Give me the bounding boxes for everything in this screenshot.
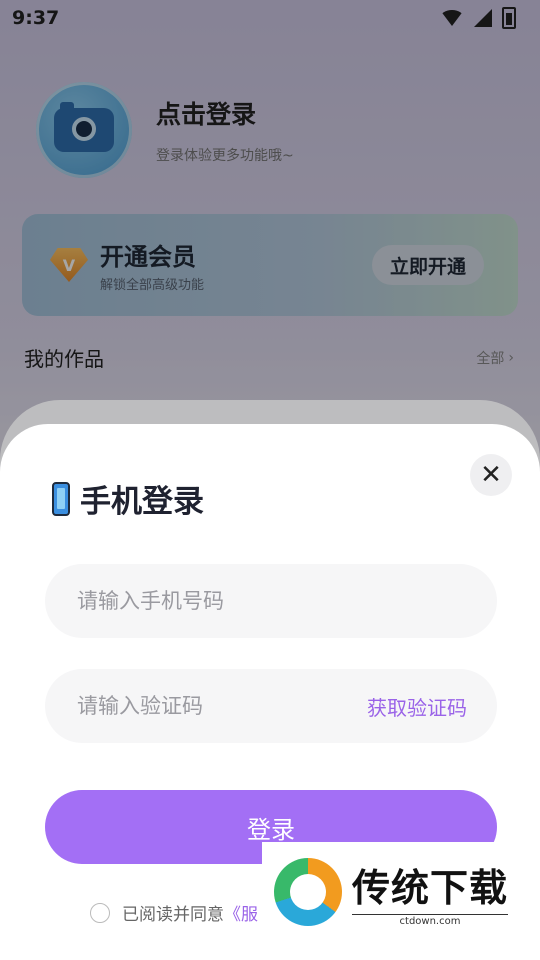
agreement-text: 已阅读并同意 [122,905,224,925]
code-input[interactable] [75,693,339,719]
watermark-logo-icon [274,858,342,926]
sheet-title-text: 手机登录 [80,484,204,520]
watermark-brand: 传统下载 [352,866,509,910]
agreement-link[interactable]: 《服 [224,905,258,925]
watermark: 传统下载 ctdown.com [262,842,516,942]
get-code-button[interactable]: 获取验证码 [367,692,467,721]
phone-input[interactable] [75,588,339,614]
code-field[interactable]: 获取验证码 [45,669,497,743]
close-button[interactable]: ✕ [470,454,512,496]
watermark-domain: ctdown.com [352,914,509,927]
phone-field[interactable] [45,564,497,638]
agreement-row: 已阅读并同意《服 [90,900,258,925]
agreement-checkbox[interactable] [90,902,110,923]
sheet-title: 手机登录 [52,476,204,521]
mobile-phone-icon [52,481,70,516]
